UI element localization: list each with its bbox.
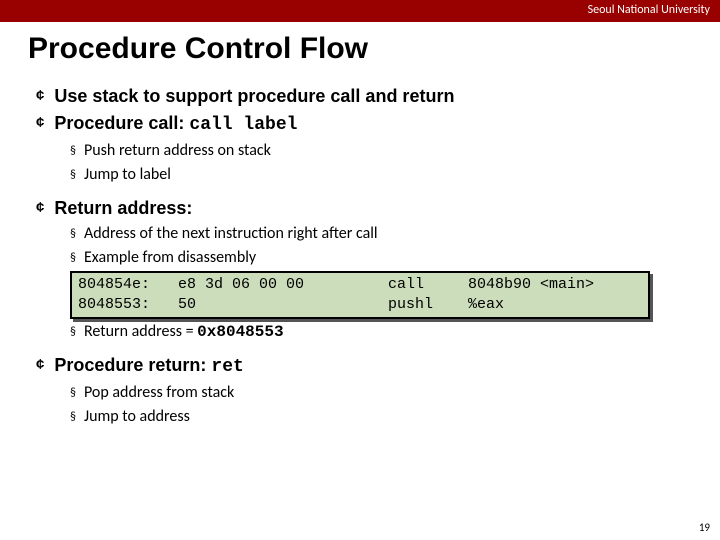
square-bullet-icon: § [70, 406, 76, 428]
bullet-2-text: Procedure call: call label [54, 111, 297, 137]
bullet-2-sub-2: § Jump to label [70, 164, 692, 186]
code-line-2: 8048553: 50 pushl %eax [78, 295, 642, 315]
header-org: Seoul National University [588, 3, 710, 17]
disassembly-code-box: 804854e: e8 3d 06 00 00 call 8048b90 <ma… [70, 271, 650, 319]
bullet-2: ¢ Procedure call: call label [36, 111, 692, 137]
bullet-3-text: Return address: [54, 196, 192, 220]
bullet-3-sub-3-text: Return address = 0x8048553 [84, 321, 284, 343]
square-bullet-icon: § [70, 140, 76, 162]
bullet-2-pre: Procedure call: [54, 113, 189, 133]
bullet-2-code: call label [189, 115, 297, 135]
code-instr: pushl [388, 295, 468, 315]
code-addr: 804854e: [78, 275, 178, 295]
bullet-4-code: ret [211, 357, 243, 377]
circle-bullet-icon: ¢ [36, 353, 44, 377]
bullet-2-sub-2-pre: Jump to [84, 165, 140, 184]
square-bullet-icon: § [70, 321, 76, 343]
bullet-2-sub-1-text: Push return address on stack [84, 140, 271, 162]
bullet-4-pre: Procedure return: [54, 355, 211, 375]
bullet-1-text: Use stack to support procedure call and … [54, 84, 454, 108]
bullet-3-sub-1: § Address of the next instruction right … [70, 223, 692, 245]
page-title: Procedure Control Flow [28, 32, 692, 66]
circle-bullet-icon: ¢ [36, 111, 44, 135]
bullet-2-sub-2-text: Jump to label [84, 164, 171, 186]
bullet-3-sub-2: § Example from disassembly [70, 247, 692, 269]
code-arg: %eax [468, 295, 642, 315]
square-bullet-icon: § [70, 223, 76, 245]
code-instr: call [388, 275, 468, 295]
bullet-3-sub-3-code: 0x8048553 [197, 323, 283, 341]
code-bytes: e8 3d 06 00 00 [178, 275, 388, 295]
slide-content: Procedure Control Flow ¢ Use stack to su… [0, 22, 720, 428]
square-bullet-icon: § [70, 382, 76, 404]
bullet-2-sub-1: § Push return address on stack [70, 140, 692, 162]
code-bytes: 50 [178, 295, 388, 315]
square-bullet-icon: § [70, 164, 76, 186]
code-arg: 8048b90 <main> [468, 275, 642, 295]
bullet-4-sub-2-text: Jump to address [84, 406, 190, 428]
square-bullet-icon: § [70, 247, 76, 269]
circle-bullet-icon: ¢ [36, 84, 44, 108]
bullet-3-sub-2-text: Example from disassembly [84, 247, 256, 269]
header-bar: Seoul National University [0, 0, 720, 22]
page-number: 19 [699, 521, 710, 534]
code-line-1: 804854e: e8 3d 06 00 00 call 8048b90 <ma… [78, 275, 642, 295]
bullet-3-sub-3-pre: Return address = [84, 322, 197, 341]
bullet-3-sub-1-text: Address of the next instruction right af… [84, 223, 378, 245]
bullet-3-sub-3: § Return address = 0x8048553 [70, 321, 692, 343]
bullet-4-sub-1-text: Pop address from stack [84, 382, 234, 404]
bullet-4-sub-1: § Pop address from stack [70, 382, 692, 404]
bullet-1: ¢ Use stack to support procedure call an… [36, 84, 692, 108]
bullet-4-sub-2: § Jump to address [70, 406, 692, 428]
code-addr: 8048553: [78, 295, 178, 315]
bullet-4-text: Procedure return: ret [54, 353, 243, 379]
bullet-3: ¢ Return address: [36, 196, 692, 220]
bullet-2-sub-2-code: label [140, 165, 171, 184]
circle-bullet-icon: ¢ [36, 196, 44, 220]
bullet-4: ¢ Procedure return: ret [36, 353, 692, 379]
